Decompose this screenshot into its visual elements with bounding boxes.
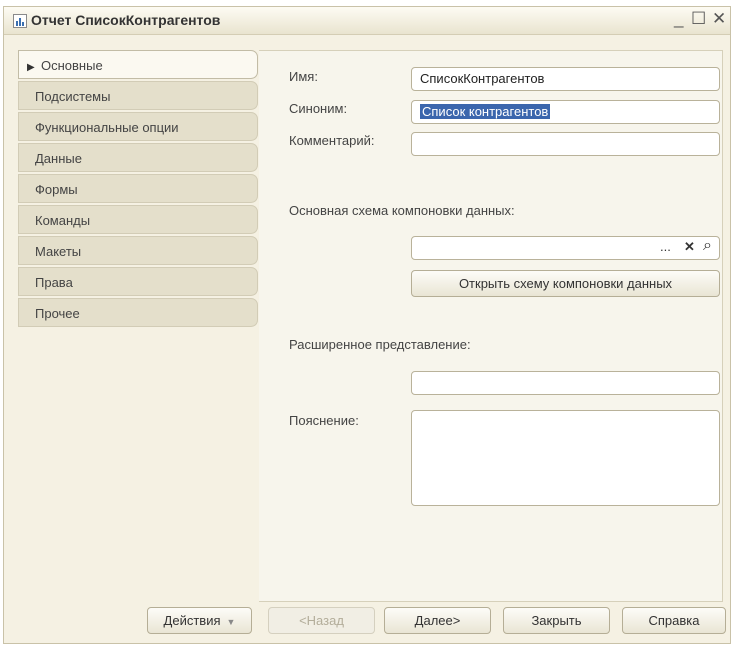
extended-presentation-label: Расширенное представление: <box>289 337 471 352</box>
close-button[interactable]: ✕ <box>712 9 726 29</box>
data-schema-label: Основная схема компоновки данных: <box>289 203 515 218</box>
window-title: Отчет СписокКонтрагентов <box>31 12 221 28</box>
search-icon[interactable]: ⌕ <box>703 237 712 255</box>
minimize-button[interactable]: _ <box>674 9 683 29</box>
help-button[interactable]: Справка <box>622 607 726 634</box>
sidebar-item-label: Функциональные опции <box>35 120 179 135</box>
sidebar-item-rights[interactable]: Права <box>18 267 258 296</box>
sidebar-item-label: Формы <box>35 182 78 197</box>
sidebar-item-label: Данные <box>35 151 82 166</box>
synonym-label: Синоним: <box>289 101 348 116</box>
open-data-schema-button[interactable]: Открыть схему компоновки данных <box>411 270 720 297</box>
next-button[interactable]: Далее> <box>384 607 491 634</box>
close-form-button[interactable]: Закрыть <box>503 607 610 634</box>
sidebar-item-commands[interactable]: Команды <box>18 205 258 234</box>
maximize-button[interactable]: ☐ <box>691 9 706 29</box>
title-bar: Отчет СписокКонтрагентов _ ☐ ✕ <box>4 7 730 35</box>
current-item-marker-icon: ▶ <box>27 62 35 73</box>
explanation-label: Пояснение: <box>289 413 359 428</box>
chevron-down-icon: ▼ <box>226 617 236 627</box>
name-field[interactable]: СписокКонтрагентов <box>411 67 720 91</box>
comment-label: Комментарий: <box>289 133 375 148</box>
data-schema-field[interactable]: ... ✕ ⌕ <box>411 236 720 260</box>
back-button[interactable]: <Назад <box>268 607 375 634</box>
sidebar-item-other[interactable]: Прочее <box>18 298 258 327</box>
sidebar-item-label: Команды <box>35 213 91 228</box>
name-label: Имя: <box>289 69 318 84</box>
sidebar-item-main[interactable]: ▶ Основные <box>18 50 258 79</box>
sidebar-item-functional-options[interactable]: Функциональные опции <box>18 112 258 141</box>
sidebar-item-label: Основные <box>41 58 103 73</box>
report-icon <box>13 14 27 28</box>
select-button-icon[interactable]: ... <box>660 239 671 254</box>
sidebar-item-label: Прочее <box>35 306 80 321</box>
actions-button[interactable]: Действия ▼ <box>147 607 252 634</box>
extended-presentation-field[interactable] <box>411 371 720 395</box>
synonym-field[interactable]: Список контрагентов <box>411 100 720 124</box>
sidebar-item-templates[interactable]: Макеты <box>18 236 258 265</box>
sidebar-item-data[interactable]: Данные <box>18 143 258 172</box>
main-panel: Имя: СписокКонтрагентов Синоним: Список … <box>259 50 723 602</box>
report-window: Отчет СписокКонтрагентов _ ☐ ✕ ▶ Основные… <box>3 6 731 644</box>
actions-label: Действия <box>163 613 221 628</box>
sidebar-item-label: Права <box>35 275 73 290</box>
explanation-field[interactable] <box>411 410 720 506</box>
sidebar-item-forms[interactable]: Формы <box>18 174 258 203</box>
sidebar: ▶ Основные Подсистемы Функциональные опци… <box>18 50 258 329</box>
clear-icon[interactable]: ✕ <box>684 239 695 255</box>
comment-field[interactable] <box>411 132 720 156</box>
synonym-selected-text: Список контрагентов <box>420 104 551 119</box>
sidebar-item-label: Макеты <box>35 244 82 259</box>
sidebar-item-subsystems[interactable]: Подсистемы <box>18 81 258 110</box>
sidebar-item-label: Подсистемы <box>35 89 111 104</box>
